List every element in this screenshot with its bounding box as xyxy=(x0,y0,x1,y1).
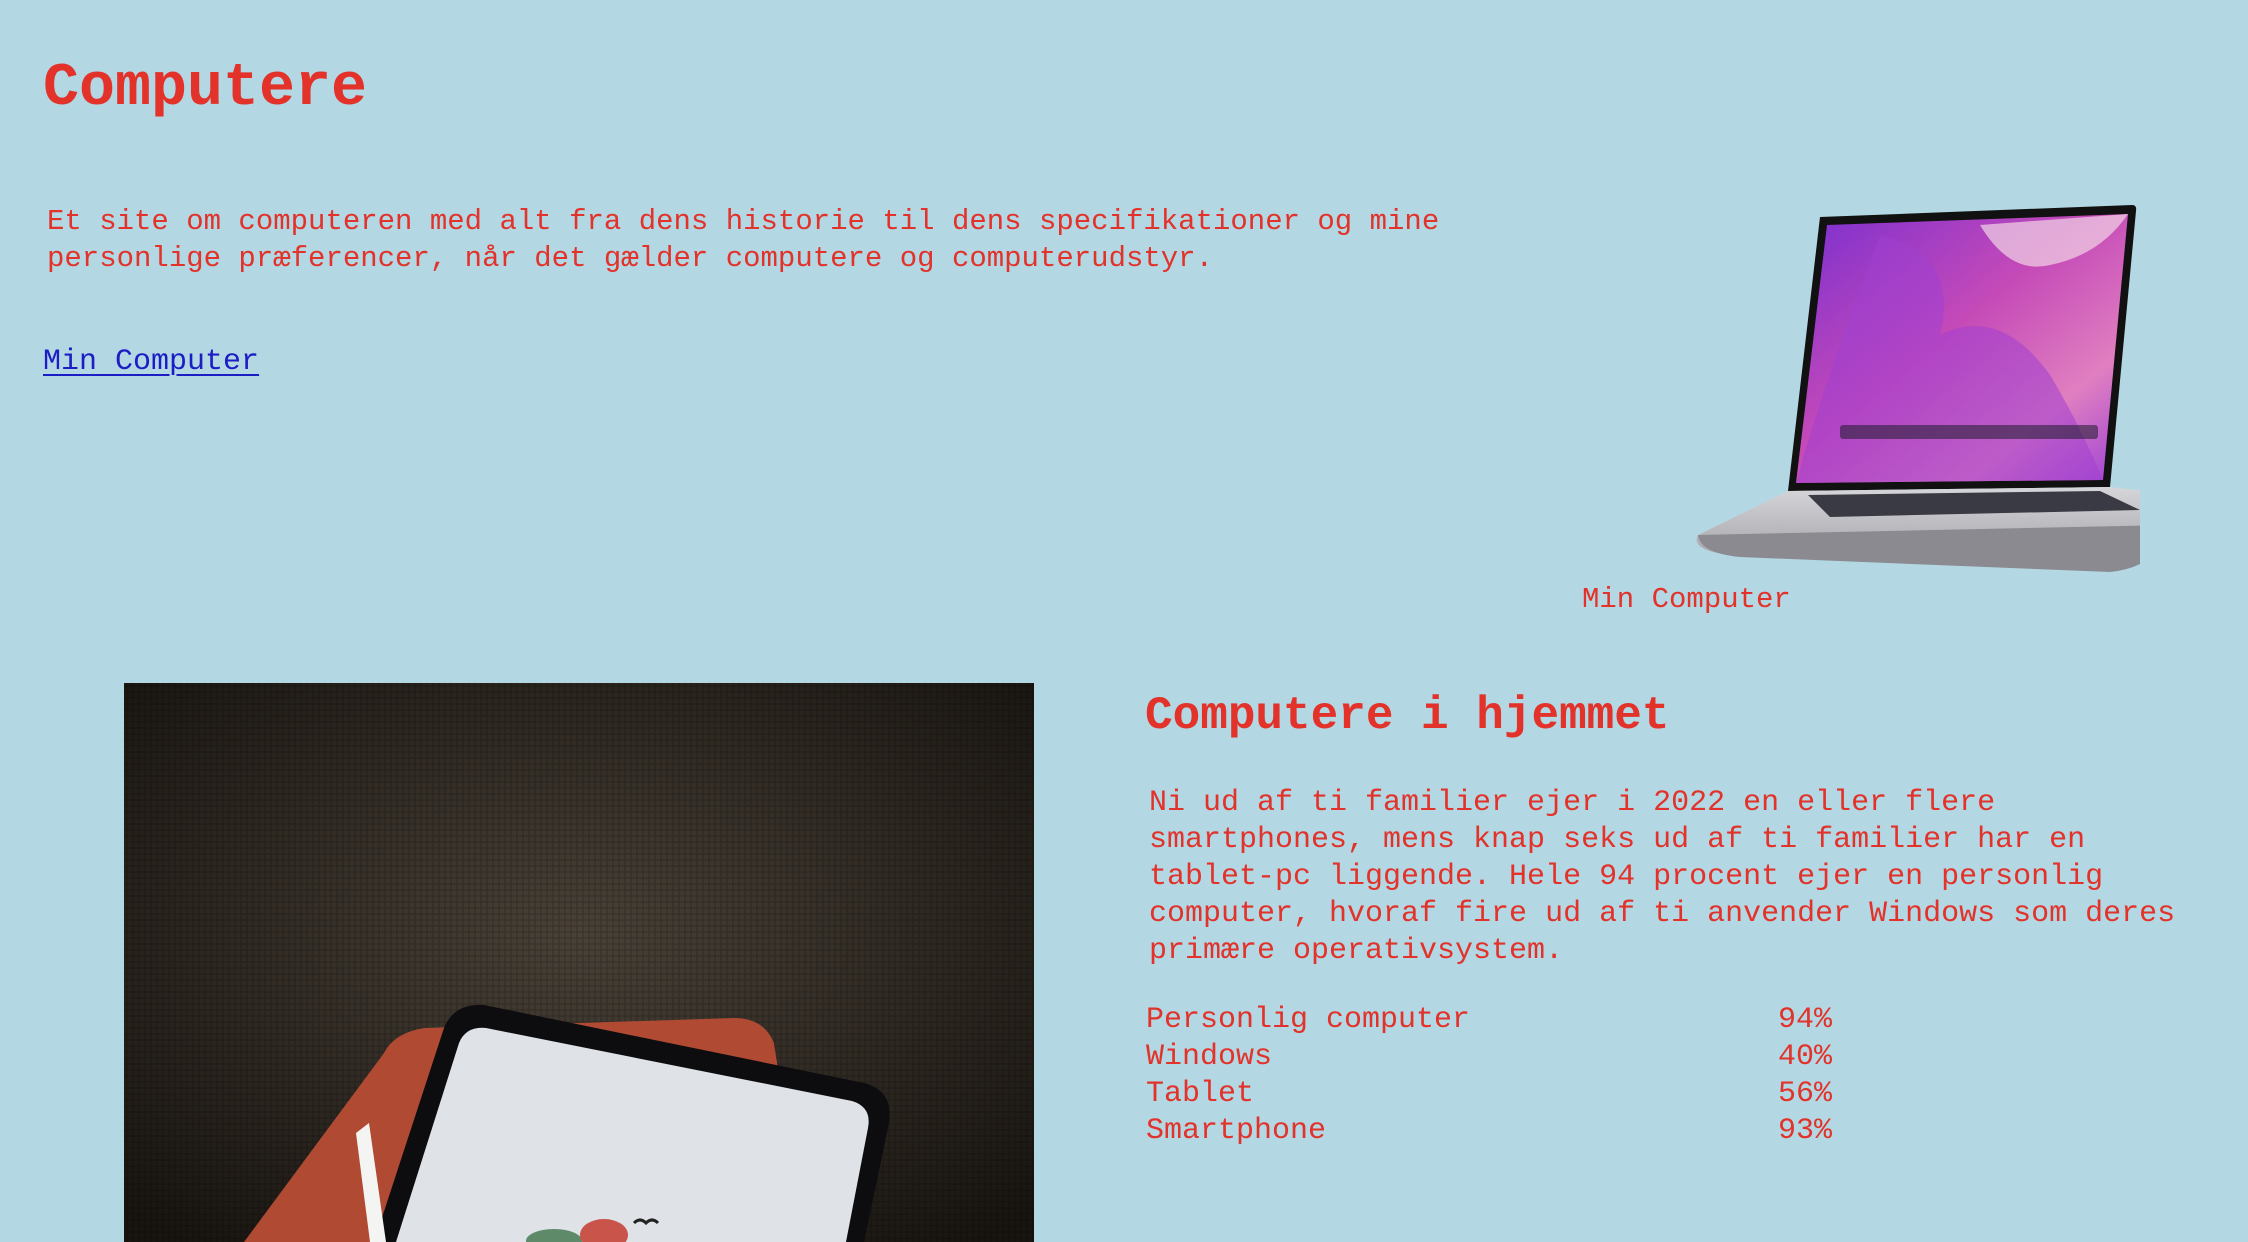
laptop-image xyxy=(1696,205,2140,572)
section-text: Ni ud af ti familier ejer i 2022 en elle… xyxy=(1149,786,2176,968)
table-row: Personlig computer 94% xyxy=(1146,1002,1832,1039)
figure-caption: Min Computer xyxy=(1582,583,1791,616)
page-title: Computere xyxy=(43,55,368,123)
stat-value: 40% xyxy=(1778,1040,1833,1074)
stat-label: Windows xyxy=(1146,1040,1273,1074)
stat-value: 56% xyxy=(1778,1077,1833,1111)
table-row: Windows 40% xyxy=(1146,1039,1832,1076)
table-row: Smartphone 93% xyxy=(1146,1113,1832,1150)
stat-label: Tablet xyxy=(1146,1077,1255,1111)
min-computer-link[interactable]: Min Computer xyxy=(43,345,259,379)
intro-text: Et site om computeren med alt fra dens h… xyxy=(47,205,1440,275)
table-row: Tablet 56% xyxy=(1146,1076,1832,1113)
tablet-photo xyxy=(124,683,1034,1242)
stat-label: Smartphone xyxy=(1146,1114,1327,1148)
stats-table: Personlig computer 94% Windows 40% Table… xyxy=(1146,1002,1832,1150)
section-heading: Computere i hjemmet xyxy=(1145,690,1670,742)
stat-value: 93% xyxy=(1778,1114,1833,1148)
stat-label: Personlig computer xyxy=(1146,1003,1471,1037)
stat-value: 94% xyxy=(1778,1003,1833,1037)
